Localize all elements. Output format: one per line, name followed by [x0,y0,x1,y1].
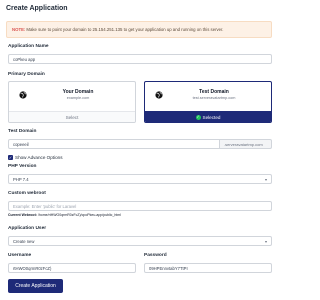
note-prefix: NOTE: [12,27,26,32]
selected-label: Selected [202,115,221,120]
webroot-label: Custom webroot [8,191,46,196]
note-text: Make sure to point your domain to 25.154… [26,27,224,32]
current-webroot-value: /home/rtHWO0qrmR0zFcZ)/cpoPkeu-app/publi… [37,213,121,217]
current-webroot-label: Current Webroot: [8,213,37,217]
primary-domain-label: Primary Domain [8,72,45,77]
app-name-input[interactable]: coPkeu app [8,54,272,64]
username-label: Username [8,253,32,258]
advanced-options-label: Show Advance Options [15,155,63,160]
domain-card-title: Your Domain [62,89,94,95]
page-title: Create Application [6,5,68,12]
domain-card-subtitle: test.serveravatartmp.com [192,96,236,100]
domain-card-selected-indicator[interactable]: ✓ Selected [145,111,271,122]
current-webroot: Current Webroot: /home/rtHWO0qrmR0zFcZ)/… [8,213,121,217]
domain-card-title: Test Domain [199,89,229,95]
domain-card-your-domain[interactable]: Your Domain example.com Select [8,81,136,123]
app-name-label: Application Name [8,44,49,49]
app-user-select[interactable]: Create new ▾ [8,236,272,246]
webroot-input[interactable]: Example: Enter 'public' for Laravel [8,201,272,211]
chevron-down-icon: ▾ [264,239,267,244]
create-application-button[interactable]: Create Application [8,279,63,293]
app-user-label: Application User [8,226,47,231]
app-user-value: Create new [13,238,35,244]
password-input[interactable]: 09HPEnnvtabY7TtPI [144,263,272,273]
test-domain-label: Test Domain [8,129,37,134]
php-version-select[interactable]: PHP 7.4 ▾ [8,174,272,184]
domain-card-select-button[interactable]: Select [9,111,135,122]
checkbox-checked-icon[interactable]: ✓ [8,155,13,160]
test-domain-suffix: .serveravatartmp.com [220,139,272,149]
dns-note-banner: NOTE: Make sure to point your domain to … [6,21,272,38]
advanced-options-toggle[interactable]: ✓ Show Advance Options [8,155,63,160]
domain-card-subtitle: example.com [66,96,90,100]
username-input[interactable]: rtHWO0qrmR0zFcZ) [8,263,136,273]
php-version-label: PHP Version [8,164,37,169]
domain-card-test-domain[interactable]: Test Domain test.serveravatartmp.com ✓ Se… [144,81,272,123]
chevron-down-icon: ▾ [264,177,267,182]
check-circle-icon: ✓ [195,115,201,121]
test-domain-input[interactable]: copeeeil [8,139,220,149]
password-label: Password [144,253,167,258]
php-version-value: PHP 7.4 [13,176,29,182]
